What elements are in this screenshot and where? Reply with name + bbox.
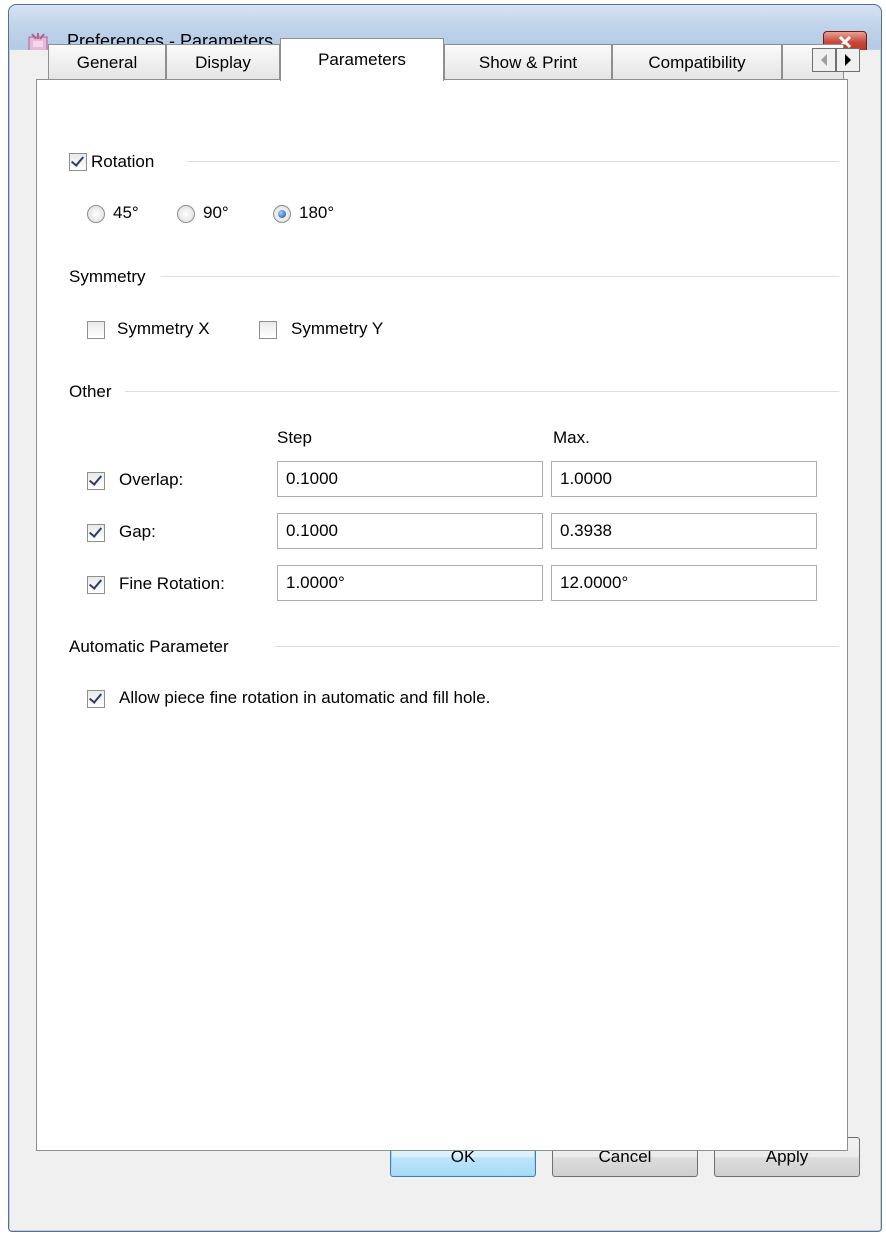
allow-fine-rotation-label: Allow piece fine rotation in automatic a… <box>119 688 491 707</box>
fine-rotation-step-input[interactable]: 1.0000° <box>277 565 543 601</box>
gap-checkbox[interactable] <box>87 524 105 542</box>
rotation-180-label: 180° <box>299 203 335 222</box>
automatic-divider <box>275 646 839 647</box>
max-header: Max. <box>553 428 590 447</box>
tab-compatibility[interactable]: Compatibility <box>612 44 782 80</box>
other-divider <box>125 391 839 392</box>
overlap-max-input[interactable]: 1.0000 <box>551 461 817 497</box>
gap-step-input[interactable]: 0.1000 <box>277 513 543 549</box>
gap-label: Gap: <box>119 522 156 541</box>
parameters-panel: Rotation 45° 90° 180° Symmetry Symmetry … <box>36 79 848 1151</box>
arrow-left-icon <box>821 54 827 66</box>
overlap-checkbox[interactable] <box>87 472 105 490</box>
symmetry-y-label: Symmetry Y <box>291 319 384 338</box>
rotation-divider <box>187 161 839 162</box>
symmetry-y-checkbox[interactable] <box>259 321 277 339</box>
fine-rotation-max-input[interactable]: 12.0000° <box>551 565 817 601</box>
title-bar[interactable]: Preferences - Parameters <box>9 5 881 53</box>
gap-max-input[interactable]: 0.3938 <box>551 513 817 549</box>
tab-parameters-label: Parameters <box>318 50 406 69</box>
overlap-label: Overlap: <box>119 470 184 489</box>
rotation-checkbox[interactable] <box>69 153 87 171</box>
rotation-90-radio[interactable] <box>177 205 195 223</box>
tab-compatibility-label: Compatibility <box>648 53 746 72</box>
symmetry-x-checkbox[interactable] <box>87 321 105 339</box>
symmetry-divider <box>161 276 839 277</box>
automatic-group-label: Automatic Parameter <box>69 637 229 656</box>
fine-rotation-checkbox[interactable] <box>87 576 105 594</box>
tab-general[interactable]: General <box>48 44 166 80</box>
overlap-step-input[interactable]: 0.1000 <box>277 461 543 497</box>
other-group-label: Other <box>69 382 112 401</box>
tab-display-label: Display <box>195 53 251 72</box>
symmetry-group-label: Symmetry <box>69 267 146 286</box>
tab-scroll-right[interactable] <box>836 48 860 72</box>
tab-display[interactable]: Display <box>166 44 280 80</box>
tab-scroll-left[interactable] <box>812 48 836 72</box>
tab-show-print[interactable]: Show & Print <box>444 44 612 80</box>
tab-general-label: General <box>76 53 138 72</box>
rotation-45-radio[interactable] <box>87 205 105 223</box>
tab-parameters[interactable]: Parameters <box>280 38 444 81</box>
allow-fine-rotation-checkbox[interactable] <box>87 690 105 708</box>
step-header: Step <box>277 428 312 447</box>
rotation-label: Rotation <box>91 152 155 171</box>
symmetry-x-label: Symmetry X <box>117 319 210 338</box>
rotation-45-label: 45° <box>113 203 139 222</box>
tab-show-print-label: Show & Print <box>478 53 578 72</box>
arrow-right-icon <box>845 54 851 66</box>
rotation-90-label: 90° <box>203 203 229 222</box>
rotation-180-radio[interactable] <box>273 205 291 223</box>
fine-rotation-label: Fine Rotation: <box>119 574 225 593</box>
